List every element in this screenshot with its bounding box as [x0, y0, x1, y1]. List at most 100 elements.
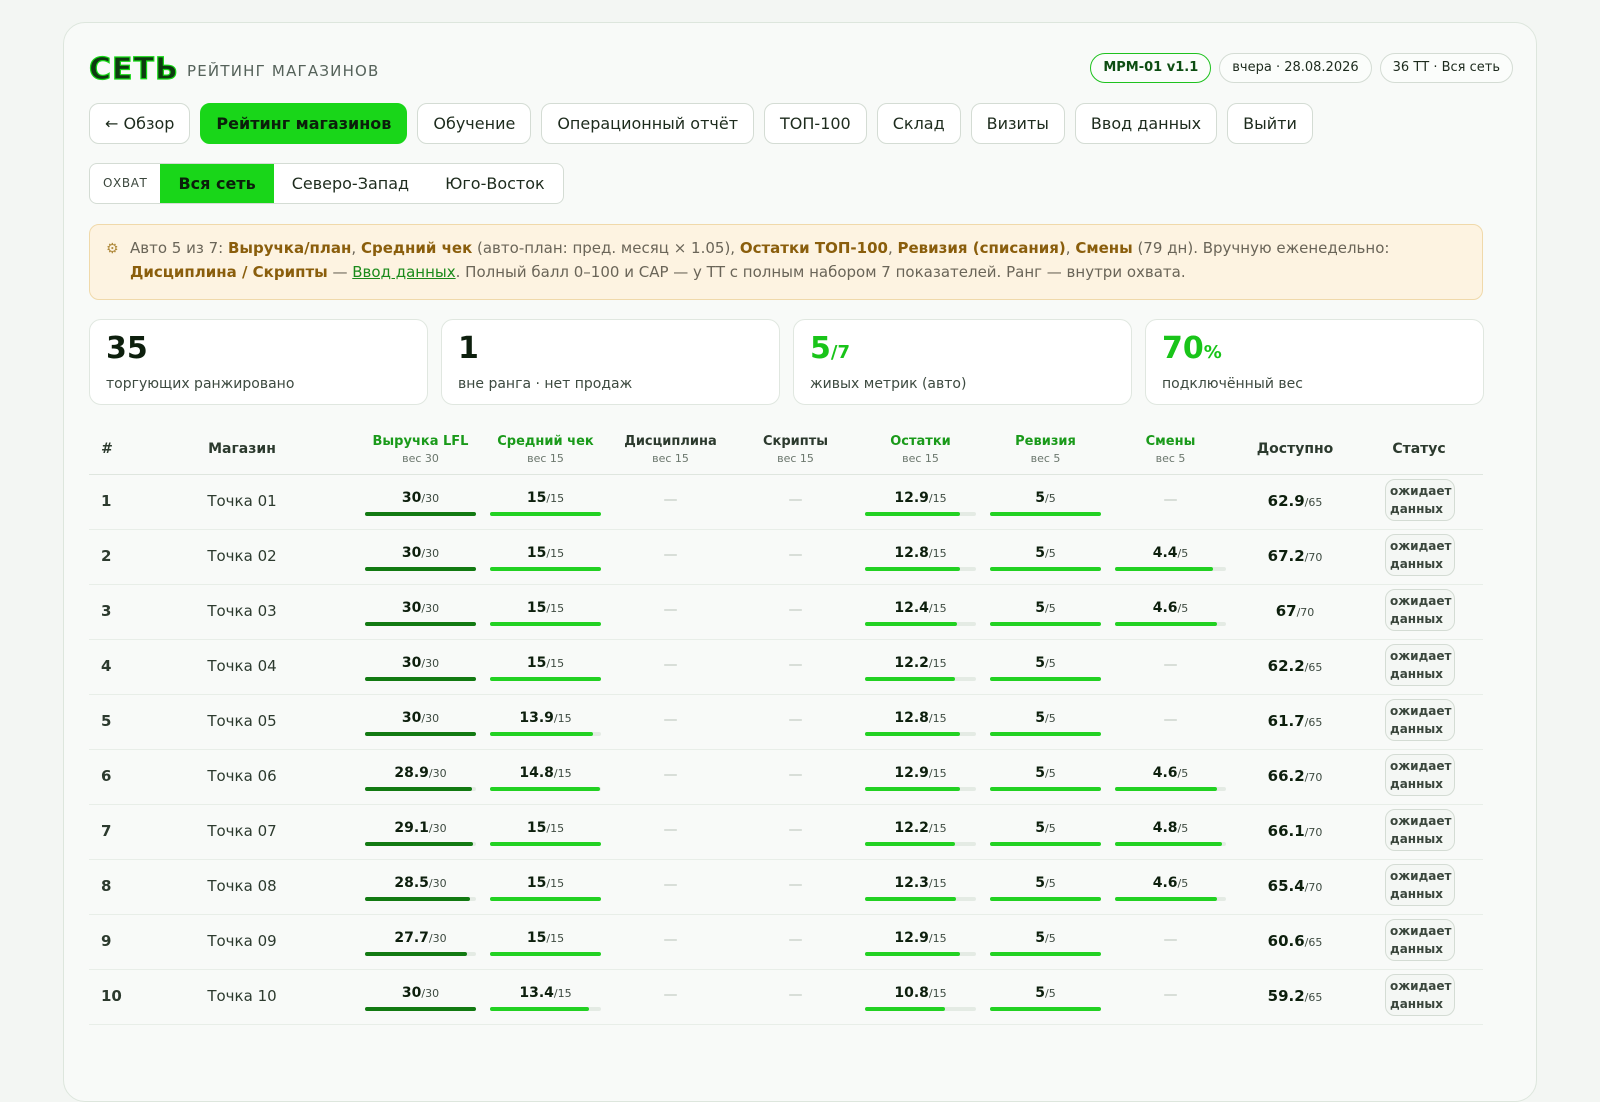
- nav-button[interactable]: ← Обзор: [89, 103, 191, 144]
- available-max: /65: [1304, 661, 1323, 674]
- metric-score: 13.4/15: [490, 984, 601, 1014]
- empty-value-dash: —: [663, 492, 678, 508]
- empty-value-dash: —: [1163, 657, 1178, 673]
- metric-number: 15: [526, 600, 547, 616]
- metric-score: 4.6/5: [1115, 874, 1226, 904]
- metric-bar-fill: [865, 897, 957, 901]
- metric-bar-fill: [865, 952, 961, 956]
- metric-score: 14.8/15: [490, 764, 601, 794]
- metric-max: /15: [928, 712, 947, 725]
- metric-number: 4.6: [1152, 875, 1178, 891]
- metric-bar: [490, 732, 601, 736]
- table-row[interactable]: 7 Точка 07 29.1/30 15/15— —12.2/15 5/5 4.8/5 66…: [89, 805, 1483, 860]
- col-rank-header: #: [95, 433, 119, 465]
- stat-card: 35 торгующих ранжировано: [89, 319, 428, 405]
- row-store-name: Точка 05: [207, 712, 277, 730]
- row-rank: 1: [101, 492, 112, 510]
- nav-button[interactable]: Обучение: [417, 103, 532, 144]
- metric-bar: [365, 897, 476, 901]
- metric-number: 5: [1035, 930, 1046, 946]
- metric-max: /5: [1045, 987, 1056, 1000]
- table-row[interactable]: 8 Точка 08 28.5/30 15/15— —12.3/15 5/5 4.6/5 65…: [89, 860, 1483, 915]
- table-row[interactable]: 5 Точка 05 30/30 13.9/15 — — 12.8/15 5/5 — 61.7/6…: [89, 695, 1483, 750]
- nav-button[interactable]: Операционный отчёт: [541, 103, 755, 144]
- metric-max: /15: [553, 767, 572, 780]
- metric-score: 15/15: [490, 654, 601, 684]
- metric-score: 12.9/15: [865, 929, 976, 959]
- metric-value: 13.9/15: [490, 709, 601, 728]
- col-metric-name: Остатки: [890, 434, 951, 449]
- metric-bar-fill: [490, 677, 601, 681]
- row-available-score: 66.2/70: [1245, 767, 1345, 785]
- metric-max: /15: [928, 767, 947, 780]
- metric-number: 15: [526, 490, 547, 506]
- table-row[interactable]: 3 Точка 03 30/30 15/15— —12.4/15 5/5 4.6/5 67/7…: [89, 585, 1483, 640]
- available-max: /65: [1304, 991, 1323, 1004]
- metric-bar: [490, 842, 601, 846]
- stat-card: 70% подключённый вес: [1145, 319, 1484, 405]
- notice-metric-revenue: Выручка/план: [227, 239, 352, 257]
- metric-number: 5: [1035, 655, 1046, 671]
- metric-value: 30/30: [365, 599, 476, 618]
- scope-option[interactable]: Вся сеть: [160, 164, 274, 203]
- nav-button[interactable]: Склад: [876, 103, 961, 144]
- metric-max: /15: [546, 602, 565, 615]
- status-badge: ожидает данных: [1385, 699, 1455, 741]
- nav-button[interactable]: Рейтинг магазинов: [200, 103, 408, 144]
- col-metric-name: Дисциплина: [624, 434, 717, 449]
- row-rank: 6: [101, 767, 112, 785]
- metric-score: 30/30: [365, 599, 476, 629]
- table-row[interactable]: 10 Точка 10 30/30 13.4/15— —10.8/15 5/5—59.2/…: [89, 970, 1483, 1025]
- metric-number: 12.9: [894, 930, 929, 946]
- metric-value: 5/5: [990, 874, 1101, 893]
- metric-bar-fill: [865, 787, 961, 791]
- metric-number: 15: [526, 930, 547, 946]
- metric-bar-fill: [990, 677, 1101, 681]
- metric-number: 5: [1035, 600, 1046, 616]
- col-metric-name: Выручка LFL: [372, 434, 469, 449]
- metric-bar-fill: [1115, 842, 1222, 846]
- nav-button[interactable]: Выйти: [1227, 103, 1313, 144]
- metric-number: 15: [526, 545, 547, 561]
- nav-button[interactable]: ТОП-100: [764, 103, 867, 144]
- available-number: 60.6: [1267, 932, 1305, 950]
- data-entry-link[interactable]: Ввод данных: [352, 263, 455, 281]
- empty-value-dash: —: [788, 657, 803, 673]
- empty-value-dash: —: [788, 987, 803, 1003]
- metric-bar: [865, 622, 976, 626]
- notice-text: —: [327, 263, 353, 281]
- metric-bar-fill: [490, 897, 601, 901]
- status-badge: ожидает данных: [1385, 974, 1455, 1016]
- stat-value: 35: [106, 330, 411, 372]
- nav-button[interactable]: Ввод данных: [1074, 103, 1218, 144]
- table-row[interactable]: 6 Точка 06 28.9/30 14.8/15— —12.9/15 5/5 4.6/5…: [89, 750, 1483, 805]
- row-rank: 8: [101, 877, 112, 895]
- metric-bar-fill: [990, 732, 1101, 736]
- metric-bar-fill: [490, 567, 601, 571]
- metric-score: 5/5: [990, 709, 1101, 739]
- nav-button[interactable]: Визиты: [970, 103, 1065, 144]
- table-row[interactable]: 4 Точка 04 30/30 15/15 — — 12.2/15 5/5 — 62.2/65 о…: [89, 640, 1483, 695]
- col-available-header: Доступно: [1245, 433, 1345, 465]
- metric-value: 12.9/15: [865, 489, 976, 508]
- scope-option[interactable]: Юго-Восток: [427, 164, 563, 203]
- metric-number: 4.6: [1152, 765, 1178, 781]
- metric-max: /5: [1045, 767, 1056, 780]
- row-available-score: 65.4/70: [1245, 877, 1345, 895]
- metric-bar-fill: [990, 842, 1101, 846]
- table-row[interactable]: 2 Точка 02 30/30 15/15— —12.8/15 5/5 4.4/5 67.2…: [89, 530, 1483, 585]
- metric-score: 12.4/15: [865, 599, 976, 629]
- metric-bar: [365, 952, 476, 956]
- metric-bar: [365, 1007, 476, 1011]
- empty-value-dash: —: [788, 492, 803, 508]
- row-store-name: Точка 10: [207, 987, 277, 1005]
- metric-max: /15: [928, 877, 947, 890]
- empty-value-dash: —: [1163, 932, 1178, 948]
- stat-value: 70%: [1162, 330, 1467, 372]
- metric-score: 4.6/5: [1115, 599, 1226, 629]
- metric-value: 30/30: [365, 984, 476, 1003]
- scope-option[interactable]: Северо-Запад: [274, 164, 427, 203]
- metric-bar: [365, 732, 476, 736]
- table-row[interactable]: 1 Точка 01 30/30 15/15 — — 12.9/15 5/5 — 62.9/65 о…: [89, 475, 1483, 530]
- table-row[interactable]: 9 Точка 09 27.7/30 15/15 — — 12.9/15 5/5 — 60.6/6…: [89, 915, 1483, 970]
